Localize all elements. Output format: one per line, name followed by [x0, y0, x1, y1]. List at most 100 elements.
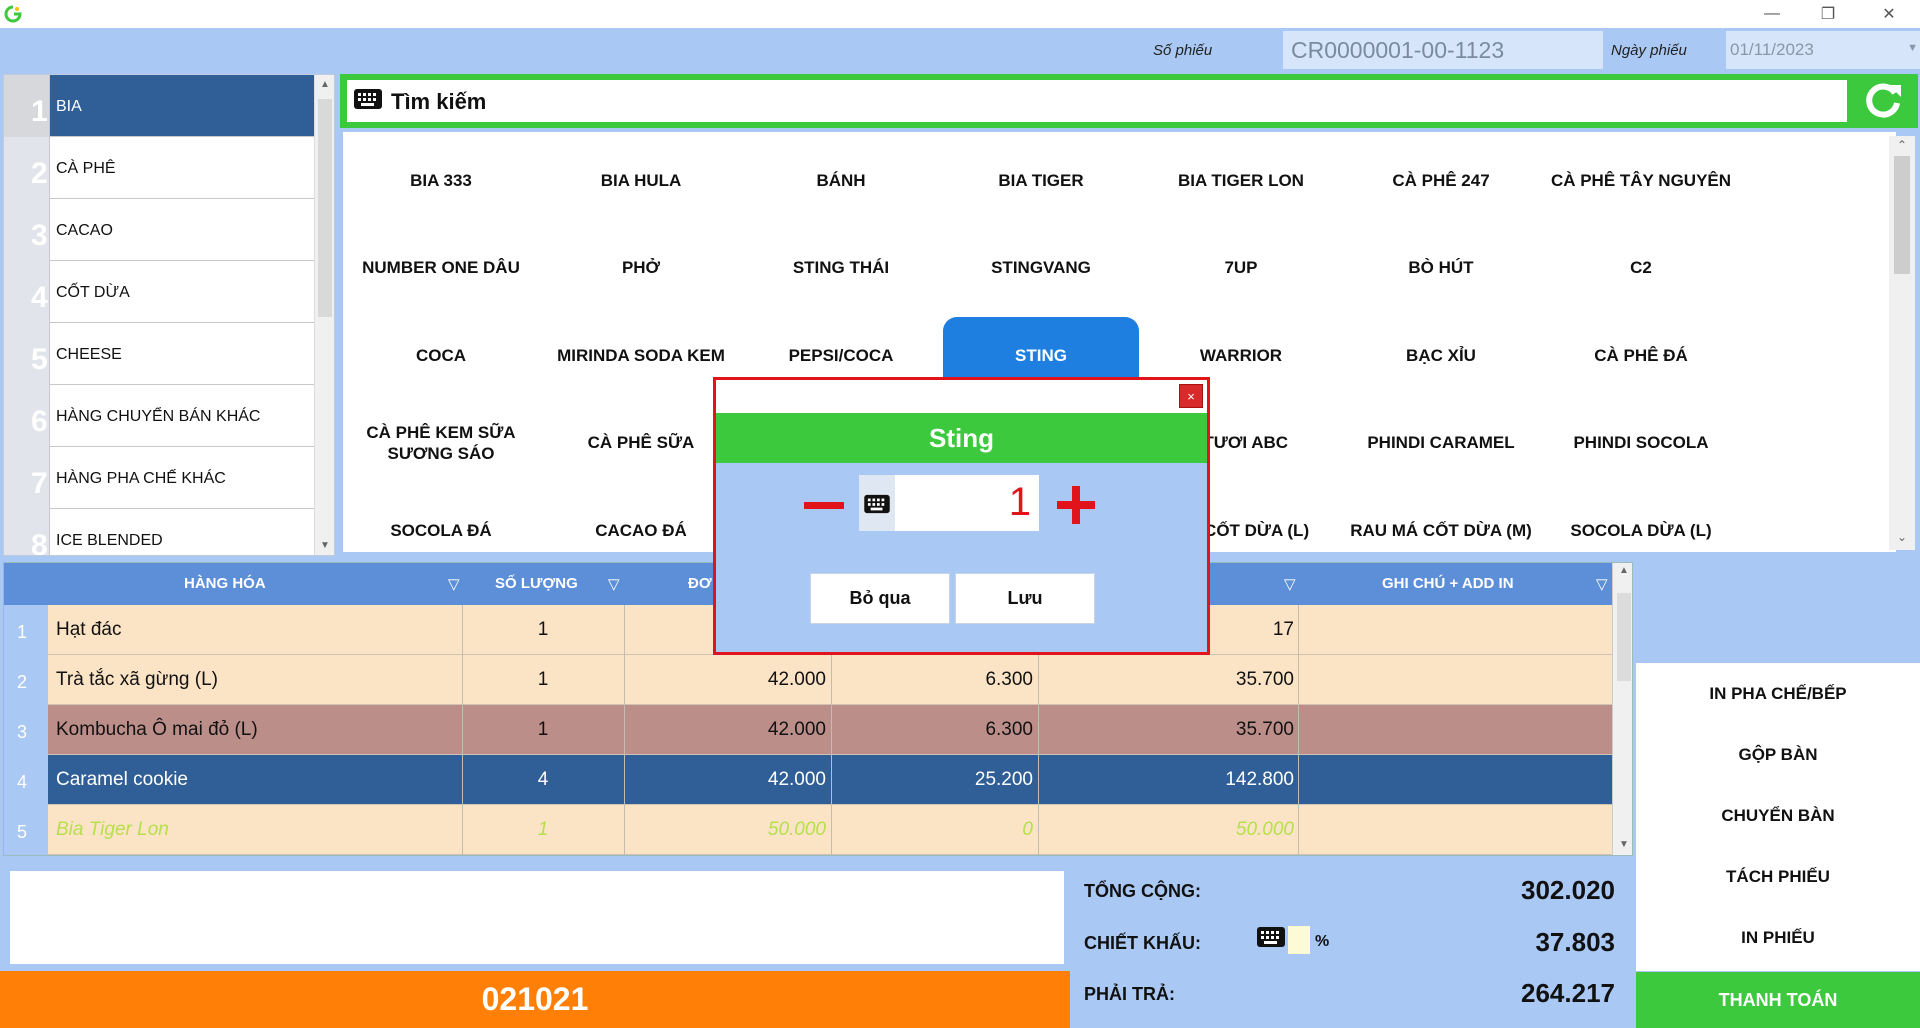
cell-price: 42.000 — [767, 719, 826, 740]
total-value: 302.020 — [1521, 875, 1615, 905]
table-row[interactable]: 5 Bia Tiger Lon 1 50.000 0 50.000 — [4, 805, 1612, 855]
category-scroll-thumb[interactable] — [318, 99, 332, 317]
refresh-button[interactable] — [1852, 77, 1914, 125]
product-tile[interactable]: CÀ PHÊ TÂY NGUYÊN — [1543, 142, 1739, 218]
scroll-down-icon[interactable]: ▼ — [1619, 839, 1629, 850]
move-table-button[interactable]: CHUYỂN BÀN — [1636, 796, 1920, 836]
product-tile[interactable]: CÀ PHÊ ĐÁ — [1543, 317, 1739, 393]
column-header-qty[interactable]: SỐ LƯỢNG — [495, 575, 578, 592]
split-ticket-button[interactable]: TÁCH PHIẾU — [1636, 857, 1920, 897]
ticket-number-field[interactable]: CR0000001-00-1123 — [1283, 31, 1603, 69]
product-tile[interactable]: PHINDI SOCOLA — [1543, 405, 1739, 481]
product-tile[interactable]: NUMBER ONE DÂU — [343, 230, 539, 306]
close-icon[interactable]: × — [1179, 384, 1203, 408]
category-number: 5 — [4, 323, 50, 385]
row-number: 1 — [4, 605, 48, 655]
filter-icon[interactable]: ▽ — [1596, 575, 1608, 593]
table-row[interactable]: 3 Kombucha Ô mai đỏ (L) 1 42.000 6.300 35.700 — [4, 705, 1612, 755]
print-ticket-button[interactable]: IN PHIẾU — [1636, 918, 1920, 958]
filter-icon[interactable]: ▽ — [1284, 575, 1296, 593]
product-tile[interactable]: STINGVANG — [943, 230, 1139, 306]
product-tile[interactable]: SOCOLA ĐÁ — [343, 492, 539, 552]
table-scroll-thumb[interactable] — [1617, 593, 1631, 681]
product-tile[interactable]: CACAO ĐÁ — [543, 492, 739, 552]
scroll-up-icon[interactable]: ⌃ — [1897, 138, 1907, 152]
category-item[interactable]: 1 BIA — [4, 75, 314, 137]
table-row[interactable]: 4 Caramel cookie 4 42.000 25.200 142.800 — [4, 755, 1612, 805]
filter-icon[interactable]: ▽ — [608, 575, 620, 593]
minus-icon[interactable] — [804, 502, 844, 509]
row-number: 5 — [4, 805, 48, 855]
product-tile[interactable]: PHINDI CARAMEL — [1343, 405, 1539, 481]
cell-qty: 1 — [537, 719, 549, 740]
cell-discount: 0 — [1022, 819, 1033, 840]
minimize-icon[interactable]: — — [1749, 0, 1795, 28]
discount-percent-input[interactable] — [1288, 926, 1310, 954]
keyboard-icon[interactable] — [353, 88, 383, 110]
restore-icon[interactable]: ❐ — [1805, 0, 1851, 28]
scroll-down-icon[interactable]: ▼ — [320, 540, 330, 551]
product-tile[interactable]: BẠC XỈU — [1343, 317, 1539, 393]
product-tile[interactable]: MIRINDA SODA KEM — [543, 317, 739, 393]
ticket-number-label: Số phiếu — [1153, 42, 1213, 59]
table-row[interactable]: 2 Trà tắc xã gừng (L) 1 42.000 6.300 35.700 — [4, 655, 1612, 705]
chevron-down-icon[interactable]: ▼ — [1907, 42, 1918, 54]
product-tile[interactable]: RAU MÁ CỐT DỪA (M) — [1343, 492, 1539, 552]
category-label: CHEESE — [56, 346, 122, 363]
plus-icon[interactable] — [1072, 486, 1080, 524]
search-input[interactable] — [347, 80, 1847, 122]
ticket-date-field[interactable]: 01/11/2023 — [1726, 31, 1920, 69]
cell-item: Trà tắc xã gừng (L) — [56, 669, 218, 690]
scroll-up-icon[interactable]: ▲ — [1619, 565, 1629, 576]
close-window-icon[interactable]: ✕ — [1866, 0, 1912, 28]
column-header-note[interactable]: GHI CHÚ + ADD IN — [1382, 575, 1514, 592]
row-number: 3 — [4, 705, 48, 755]
product-tile[interactable]: STING THÁI — [743, 230, 939, 306]
category-item[interactable]: 4 CỐT DỪA — [4, 261, 314, 323]
category-item[interactable]: 8 ICE BLENDED — [4, 509, 314, 555]
product-tile[interactable]: BÒ HÚT — [1343, 230, 1539, 306]
product-tile[interactable]: CÀ PHÊ SỮA — [543, 405, 739, 481]
save-button[interactable]: Lưu — [955, 573, 1095, 624]
category-item[interactable]: 7 HÀNG PHA CHẾ KHÁC — [4, 447, 314, 509]
product-tile[interactable]: BIA TIGER LON — [1143, 142, 1339, 218]
cell-qty: 4 — [537, 769, 549, 790]
product-scroll-thumb[interactable] — [1894, 156, 1910, 274]
product-tile[interactable]: CÀ PHÊ KEM SỮA SƯƠNG SÁO — [343, 405, 539, 481]
product-tile[interactable]: 7UP — [1143, 230, 1339, 306]
cell-total: 142.800 — [1225, 769, 1294, 790]
skip-button[interactable]: Bỏ qua — [810, 573, 950, 624]
cell-discount: 6.300 — [985, 669, 1033, 690]
column-header-item[interactable]: HÀNG HÓA — [184, 575, 266, 592]
print-kitchen-button[interactable]: IN PHA CHẾ/BẾP — [1636, 674, 1920, 714]
keyboard-icon[interactable] — [1256, 926, 1286, 948]
scroll-up-icon[interactable]: ▲ — [320, 79, 330, 90]
note-input[interactable] — [10, 871, 1064, 964]
product-tile[interactable]: BIA 333 — [343, 142, 539, 218]
product-tile[interactable]: BIA TIGER — [943, 142, 1139, 218]
amount-due-value: 264.217 — [1521, 978, 1615, 1008]
category-item[interactable]: 2 CÀ PHÊ — [4, 137, 314, 199]
product-tile[interactable]: COCA — [343, 317, 539, 393]
column-header-price[interactable]: ĐƠ — [688, 575, 712, 592]
category-item[interactable]: 6 HÀNG CHUYỂN BÁN KHÁC — [4, 385, 314, 447]
category-number: 6 — [4, 385, 50, 447]
product-scrollbar[interactable]: ⌃ ⌄ — [1889, 136, 1915, 550]
merge-table-button[interactable]: GỘP BÀN — [1636, 735, 1920, 775]
product-tile[interactable]: SOCOLA DỪA (L) — [1543, 492, 1739, 552]
cell-qty: 1 — [537, 819, 549, 840]
product-tile[interactable]: BÁNH — [743, 142, 939, 218]
product-tile[interactable]: BIA HULA — [543, 142, 739, 218]
category-item[interactable]: 3 CACAO — [4, 199, 314, 261]
category-scrollbar[interactable]: ▲ ▼ — [314, 75, 334, 555]
category-item[interactable]: 5 CHEESE — [4, 323, 314, 385]
filter-icon[interactable]: ▽ — [448, 575, 460, 593]
product-tile[interactable]: CÀ PHÊ 247 — [1343, 142, 1539, 218]
category-label: HÀNG CHUYỂN BÁN KHÁC — [56, 408, 261, 425]
checkout-button[interactable]: THANH TOÁN — [1636, 972, 1920, 1028]
product-tile[interactable]: PHỞ — [543, 230, 739, 306]
scroll-down-icon[interactable]: ⌄ — [1897, 530, 1907, 544]
product-tile[interactable]: C2 — [1543, 230, 1739, 306]
table-scrollbar[interactable]: ▲ ▼ — [1612, 563, 1632, 855]
cell-total: 35.700 — [1235, 719, 1294, 740]
